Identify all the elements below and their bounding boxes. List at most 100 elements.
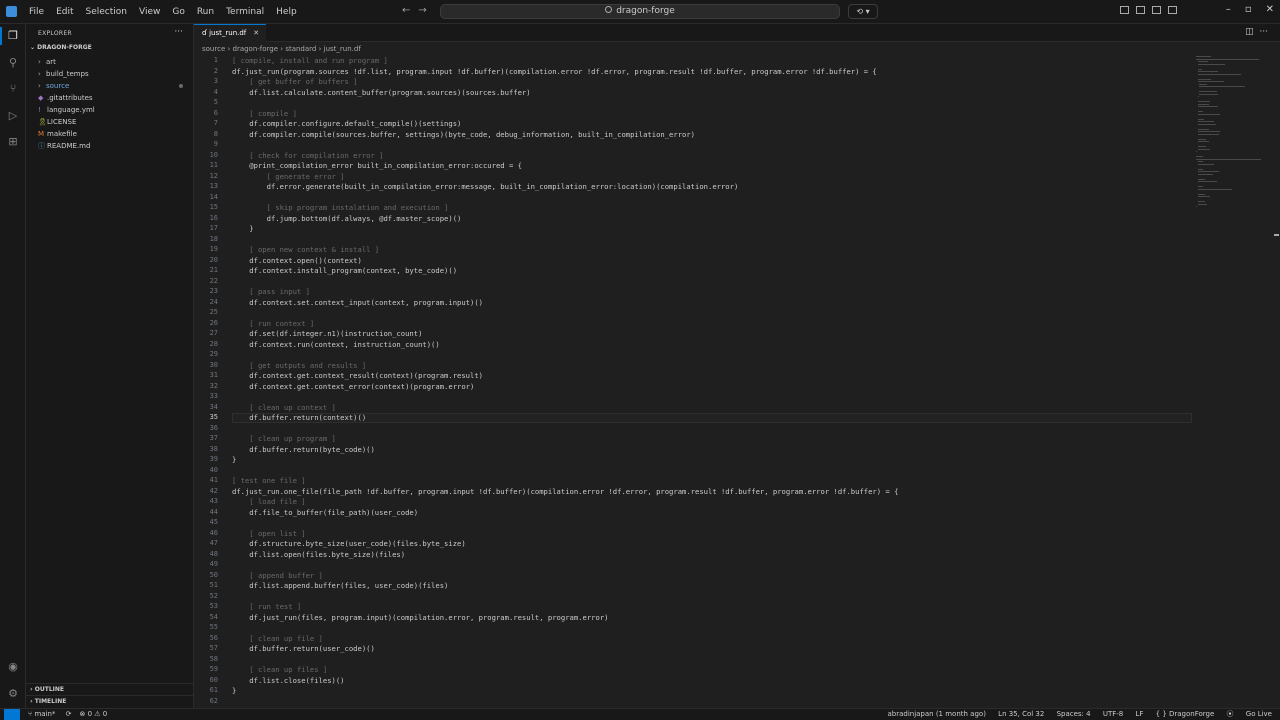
code-line[interactable]: @print_compilation_error built_in_compil… (232, 161, 522, 170)
tree-item[interactable]: › art (26, 56, 193, 68)
code-line[interactable]: df.file_to_buffer(file_path)(user_code) (232, 508, 418, 517)
toggle-secondary-sidebar-icon[interactable] (1168, 6, 1177, 14)
code-line[interactable]: [ run context ] (232, 319, 314, 328)
split-editor-icon[interactable]: ◫ (1245, 27, 1254, 37)
tree-item[interactable]: › build_temps (26, 68, 193, 80)
tree-item[interactable]: › source (26, 80, 193, 92)
customize-layout-icon[interactable] (1120, 6, 1129, 14)
breadcrumb-item[interactable]: just_run.df (324, 45, 361, 53)
run-debug-icon[interactable]: ▷ (7, 110, 19, 122)
tree-item[interactable]: 🎗LICENSE (26, 116, 193, 128)
code-line[interactable]: df.error.generate(built_in_compilation_e… (232, 182, 739, 191)
tree-item[interactable]: ◆ .gitattributes (26, 92, 193, 104)
menu-item-help[interactable]: Help (275, 7, 298, 17)
code-line[interactable]: df.list.calculate.content_buffer(program… (232, 88, 530, 97)
source-control-icon[interactable]: ⑂ (7, 83, 19, 95)
breadcrumb-item[interactable]: standard (285, 45, 316, 53)
code-line[interactable]: df.set(df.integer.n1)(instruction_count) (232, 329, 422, 338)
code-line[interactable]: df.list.close(files)() (232, 676, 344, 685)
breadcrumb-item[interactable]: dragon-forge (233, 45, 279, 53)
tree-item[interactable]: Mmakefile (26, 128, 193, 140)
close-tab-icon[interactable]: ✕ (253, 29, 259, 37)
code-line[interactable]: df.compiler.compile(sources.buffer, sett… (232, 130, 695, 139)
git-blame-status[interactable]: abradinjapan (1 month ago) (887, 710, 985, 718)
code-line[interactable]: df.context.open()(context) (232, 256, 362, 265)
account-icon[interactable]: ◉ (7, 661, 19, 673)
indentation-status[interactable]: Spaces: 4 (1057, 710, 1091, 718)
back-arrow-icon[interactable]: ← (402, 5, 410, 16)
code-line[interactable]: [ check for compilation error ] (232, 151, 383, 160)
code-line[interactable]: [ pass input ] (232, 287, 310, 296)
go-live-button[interactable]: ⦿ Go Live (1227, 710, 1272, 718)
copilot-button[interactable]: ⟲ ▾ (848, 4, 878, 19)
code-line[interactable]: df.jump.bottom(df.always, @df.master_sco… (232, 214, 462, 223)
menu-item-run[interactable]: Run (196, 7, 215, 17)
code-line[interactable]: df.just_run(program.sources !df.list, pr… (232, 67, 877, 76)
code-line[interactable]: } (232, 224, 253, 233)
search-view-icon[interactable]: ⚲ (7, 57, 19, 69)
menu-item-terminal[interactable]: Terminal (225, 7, 265, 17)
extensions-icon[interactable]: ⊞ (7, 136, 19, 148)
remote-indicator-icon[interactable] (4, 709, 20, 720)
code-line[interactable]: df.structure.byte_size(user_code)(files.… (232, 539, 465, 548)
code-line[interactable]: df.buffer.return(context)() (232, 413, 366, 422)
menu-item-selection[interactable]: Selection (85, 7, 128, 17)
timeline-section[interactable]: › TIMELINE (26, 695, 193, 708)
code-line[interactable]: [ generate error ] (232, 172, 345, 181)
code-line[interactable]: [ append buffer ] (232, 571, 323, 580)
breadcrumb-item[interactable]: source (202, 45, 225, 53)
settings-gear-icon[interactable]: ⚙ (7, 688, 19, 700)
code-line[interactable]: df.compiler.configure.default_compile()(… (232, 119, 461, 128)
eol-status[interactable]: LF (1135, 710, 1143, 718)
explorer-icon[interactable]: ❐ (0, 27, 19, 45)
code-line[interactable]: df.context.get.context_result(context)(p… (232, 371, 483, 380)
tree-item[interactable]: ! language.yml (26, 104, 193, 116)
code-line[interactable]: [ open list ] (232, 529, 305, 538)
code-line[interactable]: df.just_run(files, program.input)(compil… (232, 613, 608, 622)
code-line[interactable]: df.buffer.return(user_code)() (232, 644, 375, 653)
code-line[interactable]: df.list.append.buffer(files, user_code)(… (232, 581, 448, 590)
tree-item[interactable]: ⓘ README.md (26, 140, 193, 152)
forward-arrow-icon[interactable]: → (418, 5, 426, 16)
language-mode[interactable]: { } DragonForge (1156, 710, 1215, 718)
code-line[interactable]: [ load file ] (232, 497, 305, 506)
encoding-status[interactable]: UTF-8 (1103, 710, 1123, 718)
tab-just-run[interactable]: ɗ just_run.df ✕ (194, 24, 266, 42)
code-line[interactable]: } (232, 455, 236, 464)
code-line[interactable]: [ compile, install and run program ] (232, 56, 388, 65)
code-line[interactable]: [ compile ] (232, 109, 297, 118)
code-line[interactable]: [ skip program instalation and execution… (232, 203, 449, 212)
menu-item-go[interactable]: Go (171, 7, 185, 17)
cursor-position[interactable]: Ln 35, Col 32 (998, 710, 1044, 718)
code-line[interactable]: [ open new context & install ] (232, 245, 379, 254)
minimize-icon[interactable]: – (1226, 4, 1231, 15)
code-line[interactable]: [ get outputs and results ] (232, 361, 366, 370)
code-line[interactable]: df.buffer.return(byte_code)() (232, 445, 375, 454)
code-line[interactable]: [ clean up context ] (232, 403, 336, 412)
code-line[interactable]: [ clean up file ] (232, 634, 323, 643)
code-line[interactable]: df.context.get.context_error(context)(pr… (232, 382, 474, 391)
editor-more-icon[interactable]: ··· (1259, 27, 1268, 37)
code-line[interactable]: [ clean up program ] (232, 434, 336, 443)
problems-status[interactable]: ⊗ 0 ⚠ 0 (80, 710, 116, 718)
close-window-icon[interactable]: ✕ (1266, 4, 1274, 15)
toggle-sidebar-icon[interactable] (1136, 6, 1145, 14)
code-line[interactable]: df.context.run(context, instruction_coun… (232, 340, 439, 349)
code-line[interactable]: df.list.open(files.byte_size)(files) (232, 550, 405, 559)
menu-item-file[interactable]: File (28, 7, 45, 17)
code-line[interactable]: } (232, 686, 236, 695)
code-line[interactable]: df.context.set.context_input(context, pr… (232, 298, 483, 307)
workspace-root[interactable]: ⌄ DRAGON-FORGE (30, 44, 92, 51)
command-center-search[interactable]: dragon-forge (440, 4, 840, 19)
maximize-icon[interactable]: ▫ (1245, 4, 1252, 15)
menu-item-view[interactable]: View (138, 7, 161, 17)
code-line[interactable]: [ run test ] (232, 602, 301, 611)
code-line[interactable]: [ test one file ] (232, 476, 306, 485)
code-line[interactable]: df.just_run.one_file(file_path !df.buffe… (232, 487, 898, 496)
more-actions-icon[interactable]: ··· (174, 27, 183, 37)
code-line[interactable]: df.context.install_program(context, byte… (232, 266, 457, 275)
toggle-panel-icon[interactable] (1152, 6, 1161, 14)
code-line[interactable]: [ get buffer of buffers ] (232, 77, 357, 86)
menu-item-edit[interactable]: Edit (55, 7, 74, 17)
branch-status[interactable]: ⑂ main* ⟳ (28, 710, 72, 718)
